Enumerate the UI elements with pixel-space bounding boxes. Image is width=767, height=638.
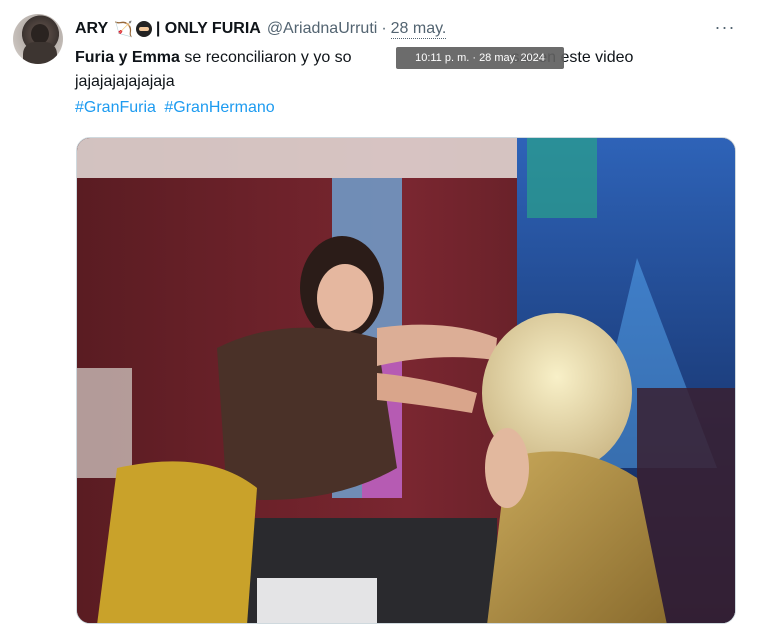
tweet: ARY 🏹 | ONLY FURIA @AriadnaUrruti · 28 m… <box>0 0 767 638</box>
avatar-head <box>31 24 49 44</box>
video-thumbnail[interactable] <box>76 137 736 624</box>
author-emojis: 🏹 <box>114 20 152 38</box>
tweet-text-bold: Furia y Emma <box>75 49 180 66</box>
avatar-body <box>23 42 57 64</box>
author-name[interactable]: ARY <box>75 20 108 38</box>
tweet-date-link[interactable]: 28 may. <box>390 20 447 39</box>
separator-dot: · <box>381 20 387 37</box>
author-suffix[interactable]: | ONLY FURIA <box>156 20 261 38</box>
hashtag-granhermano[interactable]: #GranHermano <box>164 99 274 116</box>
tweet-text-part1: se reconciliaron y yo so <box>179 49 352 66</box>
author-handle[interactable]: @AriadnaUrruti <box>267 20 378 38</box>
hashtag-granfuria[interactable]: #GranFuria <box>75 99 156 116</box>
bow-and-arrow-icon: 🏹 <box>114 21 133 38</box>
timestamp-tooltip: 10:11 p. m. · 28 may. 2024 <box>396 47 564 69</box>
ninja-icon <box>135 21 152 37</box>
more-options-icon[interactable]: ··· <box>714 17 736 37</box>
tweet-header: ARY 🏹 | ONLY FURIA @AriadnaUrruti · 28 m… <box>75 17 447 41</box>
avatar[interactable] <box>13 14 63 64</box>
hashtag-list: #GranFuria #GranHermano <box>75 96 279 120</box>
video-frame-image <box>77 138 735 623</box>
